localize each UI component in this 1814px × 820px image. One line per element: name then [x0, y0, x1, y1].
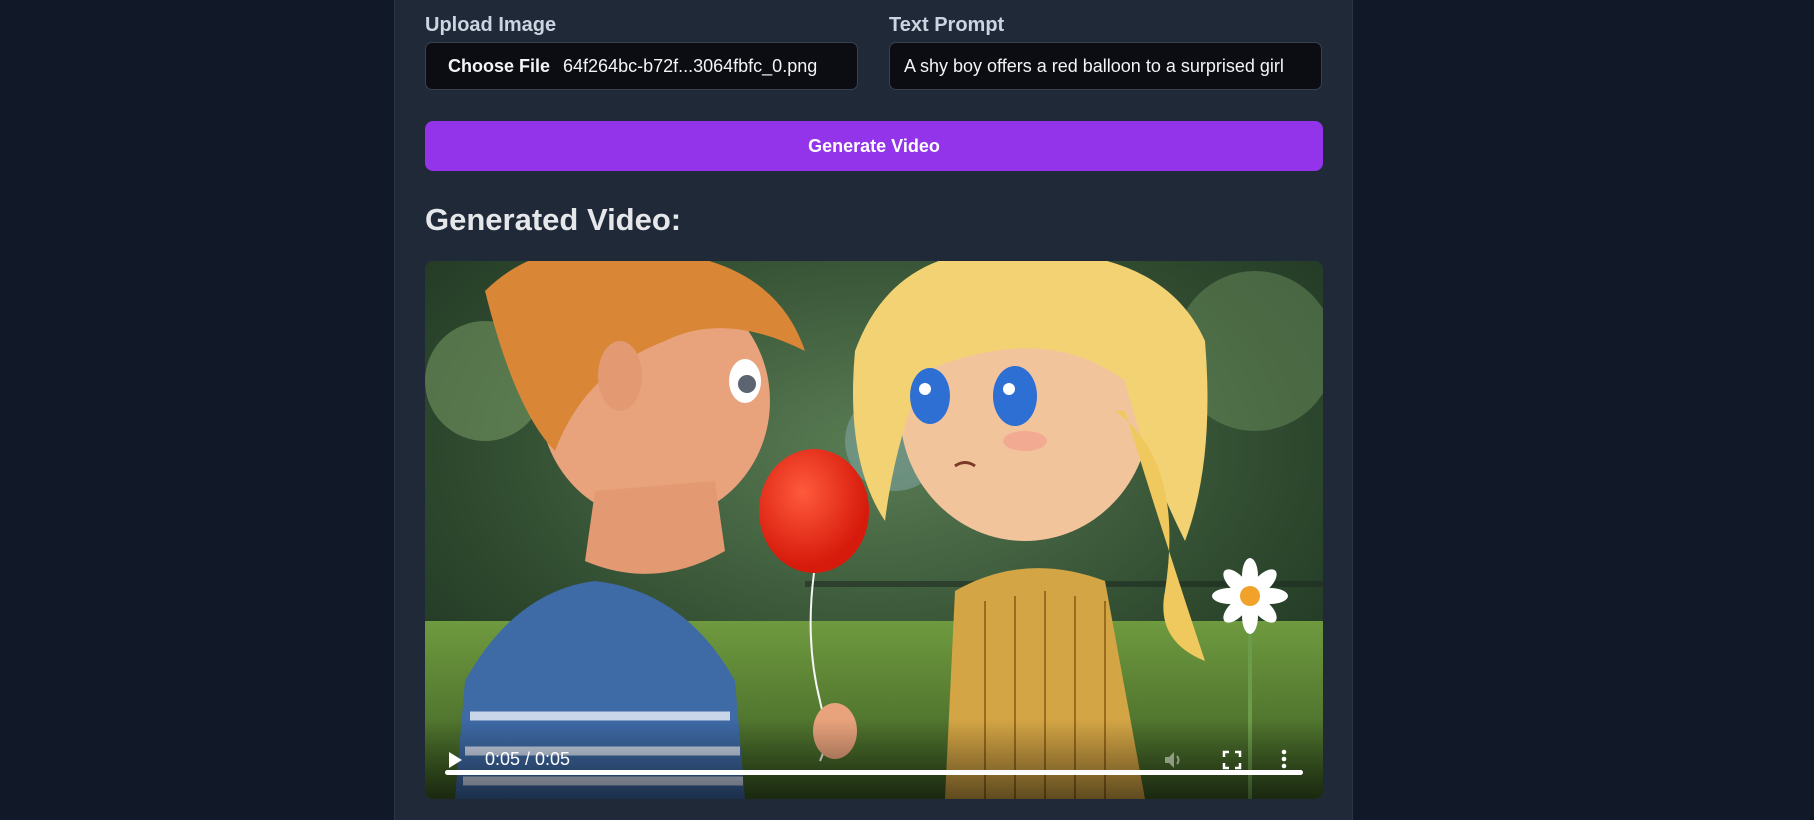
- upload-image-label: Upload Image: [425, 14, 557, 36]
- selected-file-name: 64f264bc-b72f...3064fbfc_0.png: [563, 55, 818, 76]
- choose-file-button[interactable]: Choose File: [448, 56, 550, 77]
- generate-video-button[interactable]: Generate Video: [425, 121, 1323, 171]
- video-time-display: 0:05 / 0:05: [485, 749, 571, 769]
- video-progress-bar[interactable]: [445, 770, 1303, 775]
- generated-video-heading: Generated Video:: [425, 202, 682, 237]
- text-prompt-input[interactable]: [889, 42, 1322, 90]
- text-prompt-label: Text Prompt: [889, 14, 1005, 36]
- video-progress-fill: [445, 770, 1303, 775]
- video-player[interactable]: 0:05 / 0:05: [425, 261, 1323, 799]
- video-controls: 0:05 / 0:05: [425, 719, 1323, 799]
- file-input[interactable]: Choose File 64f264bc-b72f...3064fbfc_0.p…: [425, 42, 858, 90]
